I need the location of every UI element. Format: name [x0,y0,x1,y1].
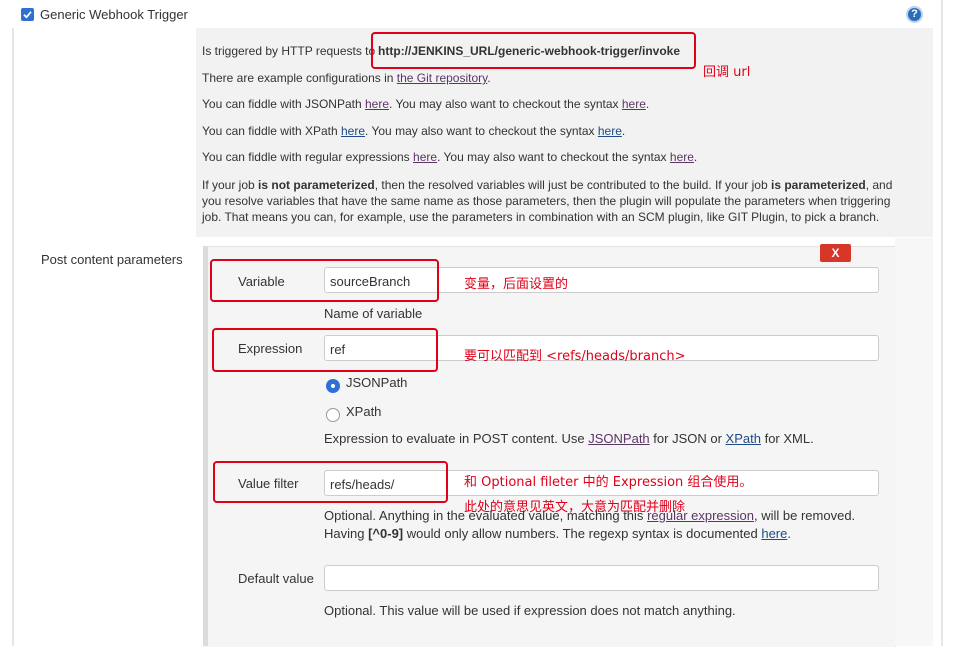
help-text: would only allow numbers. The regexp syn… [406,526,758,541]
annotation-box-expression [212,328,438,372]
xpath-doc-link[interactable]: XPath [726,431,761,446]
jsonpath-doc-link[interactable]: JSONPath [588,431,649,446]
xpath-syntax-link[interactable]: here [598,124,622,138]
git-repository-link[interactable]: the Git repository [397,71,487,85]
panel-right-border [941,0,943,646]
annotation-variable-note: 变量，后面设置的 [464,277,569,292]
info-text: You can fiddle with XPath [202,124,338,138]
default-value-label: Default value [238,571,314,586]
annotation-filter-note-1: 和 Optional fileter 中的 Expression 组合使用。 [464,475,753,490]
default-value-help: Optional. This value will be used if exp… [324,603,736,618]
info-text: If your job [202,178,255,192]
help-text: Expression to evaluate in POST content. … [324,431,585,446]
jsonpath-fiddle-link[interactable]: here [365,97,389,111]
annotation-box-url [371,32,696,69]
help-text: for JSON or [653,431,722,446]
variable-help: Name of variable [324,306,423,321]
info-line-repo: There are example configurations in the … [202,71,491,85]
post-content-parameters-label: Post content parameters [41,252,183,267]
annotation-callback-url: 回调 url [703,65,751,80]
expression-help: Expression to evaluate in POST content. … [324,430,814,448]
regex-fiddle-link[interactable]: here [413,150,437,164]
annotation-box-variable [210,259,439,302]
trigger-checkbox[interactable] [21,8,34,21]
help-icon[interactable]: ? [906,6,923,23]
xpath-radio[interactable] [326,408,340,422]
help-text: for XML. [764,431,814,446]
help-code: [^0-9] [368,526,404,541]
jsonpath-radio-label: JSONPath [346,375,408,390]
delete-parameter-button[interactable]: X [820,244,851,262]
parameter-outer-strip [895,238,933,646]
regex-syntax-link[interactable]: here [670,150,694,164]
info-text: , then the resolved variables will just … [374,178,768,192]
info-line-url: Is triggered by HTTP requests to [202,44,375,58]
jsonpath-syntax-link[interactable]: here [622,97,646,111]
info-line-regex: You can fiddle with regular expressions … [202,150,698,164]
info-text: . You may also want to checkout the synt… [389,97,619,111]
info-text: There are example configurations in [202,71,394,85]
xpath-radio-label: XPath [346,404,382,419]
info-line-xpath: You can fiddle with XPath here. You may … [202,124,626,138]
default-value-input[interactable] [324,565,879,591]
annotation-filter-note-2: 此处的意思见英文，大意为匹配并删除 [464,500,686,515]
annotation-box-value-filter [213,461,448,503]
jsonpath-radio[interactable] [326,379,340,393]
info-bold: is parameterized [770,178,866,192]
info-text: You can fiddle with JSONPath [202,97,362,111]
info-line-jsonpath: You can fiddle with JSONPath here. You m… [202,97,650,111]
annotation-expression-note: 要可以匹配到 <refs/heads/branch> [464,349,686,364]
info-text: . You may also want to checkout the synt… [437,150,667,164]
regexp-syntax-link[interactable]: here [761,526,787,541]
info-text: Is triggered by HTTP requests to [202,44,376,58]
info-paragraph: If your job is not parameterized, then t… [202,177,902,225]
info-text: You can fiddle with regular expressions [202,150,410,164]
help-text: , will be removed. [754,508,856,523]
trigger-checkbox-label: Generic Webhook Trigger [40,7,188,22]
xpath-fiddle-link[interactable]: here [341,124,365,138]
panel-left-border [12,28,14,646]
help-text: Having [324,526,365,541]
info-bold: is not parameterized [258,178,375,192]
info-text: . You may also want to checkout the synt… [365,124,595,138]
parameter-block-bar [203,246,208,646]
